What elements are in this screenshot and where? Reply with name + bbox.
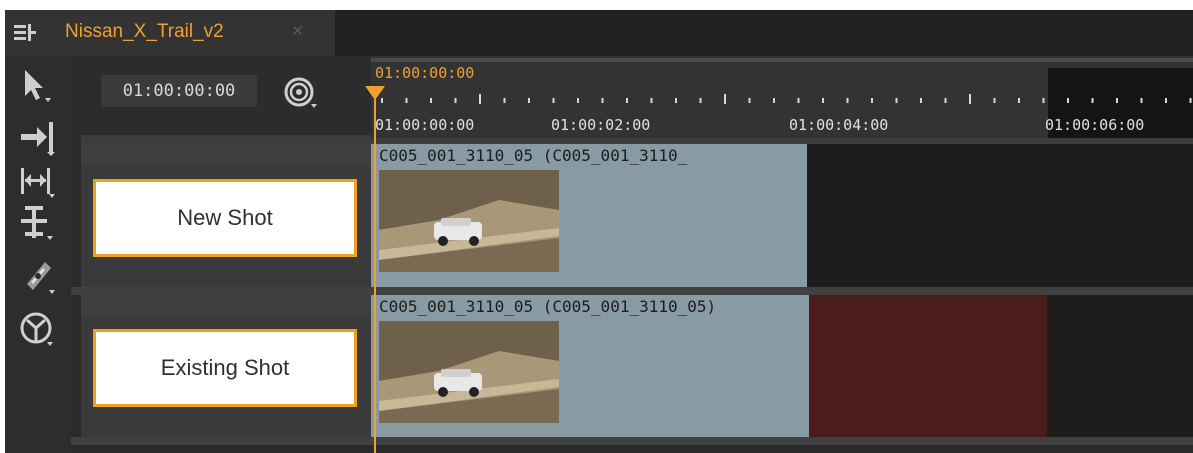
multi-tool-icon[interactable]	[17, 308, 57, 348]
select-tool-icon[interactable]	[17, 66, 57, 106]
ruler-tick	[944, 98, 947, 103]
clip-existing-shot[interactable]: C005_001_3110_05 (C005_001_3110_05)	[371, 295, 809, 437]
ruler-tick	[1116, 98, 1118, 103]
ruler-tick	[1042, 98, 1045, 103]
timeline-panel: Nissan_X_Trail_v2 × 01:00:00:00 01:00:00…	[5, 10, 1193, 453]
snap-icon[interactable]	[283, 76, 319, 110]
ruler-label: 01:00:00:00	[375, 116, 475, 134]
ruler-tick	[552, 98, 555, 103]
new-shot-button[interactable]: New Shot	[93, 179, 357, 257]
track-separator	[71, 437, 1193, 445]
ruler-tick	[993, 98, 996, 103]
slip-tool-icon[interactable]	[17, 160, 57, 200]
existing-shot-button[interactable]: Existing Shot	[93, 329, 357, 407]
ruler-tick	[846, 98, 849, 103]
time-ruler[interactable]: 01:00:00:00 01:00:00:00 01:00:02:00 01:0…	[371, 56, 1193, 144]
ruler-tick	[1091, 98, 1094, 103]
ruler-scrollbar[interactable]	[371, 58, 1193, 62]
ruler-tick	[577, 98, 579, 103]
ruler-tick	[724, 94, 726, 104]
track-header-strip	[81, 295, 371, 315]
ruler-tick	[405, 98, 408, 103]
ruler-tick	[773, 98, 775, 103]
ruler-tick	[822, 98, 824, 103]
track-header-new-shot: New Shot	[81, 144, 371, 287]
ruler-tick	[626, 98, 628, 103]
ruler-tick	[748, 98, 751, 103]
header-divider	[81, 135, 371, 144]
ruler-tick	[895, 98, 898, 103]
playhead[interactable]	[374, 94, 376, 453]
close-icon[interactable]: ×	[292, 20, 303, 44]
conflict-region	[809, 295, 1047, 437]
ruler-tick	[503, 98, 506, 103]
ruler-tick	[1165, 98, 1167, 103]
ruler-tick	[1189, 98, 1192, 103]
ruler-tick	[650, 98, 653, 103]
ruler-tick	[430, 98, 432, 103]
ruler-label: 01:00:06:00	[1045, 116, 1145, 134]
ruler-ticks	[381, 94, 1192, 104]
track-separator	[71, 287, 1193, 295]
video-track-2: C005_001_3110_05 (C005_001_3110_05)	[371, 295, 1193, 437]
track-header-strip	[81, 144, 371, 164]
ruler-tick	[1067, 98, 1069, 103]
video-track-1: C005_001_3110_05 (C005_001_3110_	[371, 144, 1193, 287]
tool-palette	[5, 56, 71, 453]
ruler-tick	[675, 98, 677, 103]
ruler-tick	[969, 94, 971, 104]
clip-title: C005_001_3110_05 (C005_001_3110_	[379, 146, 688, 165]
tab-sequence[interactable]: Nissan_X_Trail_v2 ×	[5, 10, 335, 56]
tab-title: Nissan_X_Trail_v2	[65, 21, 224, 42]
timecode-field[interactable]: 01:00:00:00	[101, 75, 257, 107]
clip-thumbnail	[379, 170, 559, 272]
ruler-tick	[601, 98, 604, 103]
track-header-existing-shot: Existing Shot	[81, 295, 371, 437]
ruler-tick	[1018, 98, 1020, 103]
ruler-tick	[797, 98, 800, 103]
ruler-tick	[479, 94, 481, 104]
clip-title: C005_001_3110_05 (C005_001_3110_05)	[379, 297, 717, 316]
insert-tool-icon[interactable]	[17, 118, 57, 158]
ruler-current-timecode: 01:00:00:00	[375, 64, 475, 82]
ruler-tick	[920, 98, 922, 103]
timeline-icon	[14, 24, 36, 41]
ruler-label: 01:00:02:00	[551, 116, 651, 134]
ruler-tick	[528, 98, 530, 103]
clip-thumbnail	[379, 321, 559, 423]
ruler-tick	[699, 98, 702, 103]
ruler-label: 01:00:04:00	[789, 116, 889, 134]
timecode-header: 01:00:00:00	[71, 56, 371, 144]
ruler-tick	[1140, 98, 1143, 103]
ruler-tick	[454, 98, 457, 103]
tab-bar: Nissan_X_Trail_v2 ×	[5, 10, 1193, 56]
ruler-tick	[871, 98, 873, 103]
razor-tool-icon[interactable]	[17, 256, 57, 296]
clip-new-shot[interactable]: C005_001_3110_05 (C005_001_3110_	[371, 144, 807, 287]
slide-tool-icon[interactable]	[17, 202, 57, 242]
